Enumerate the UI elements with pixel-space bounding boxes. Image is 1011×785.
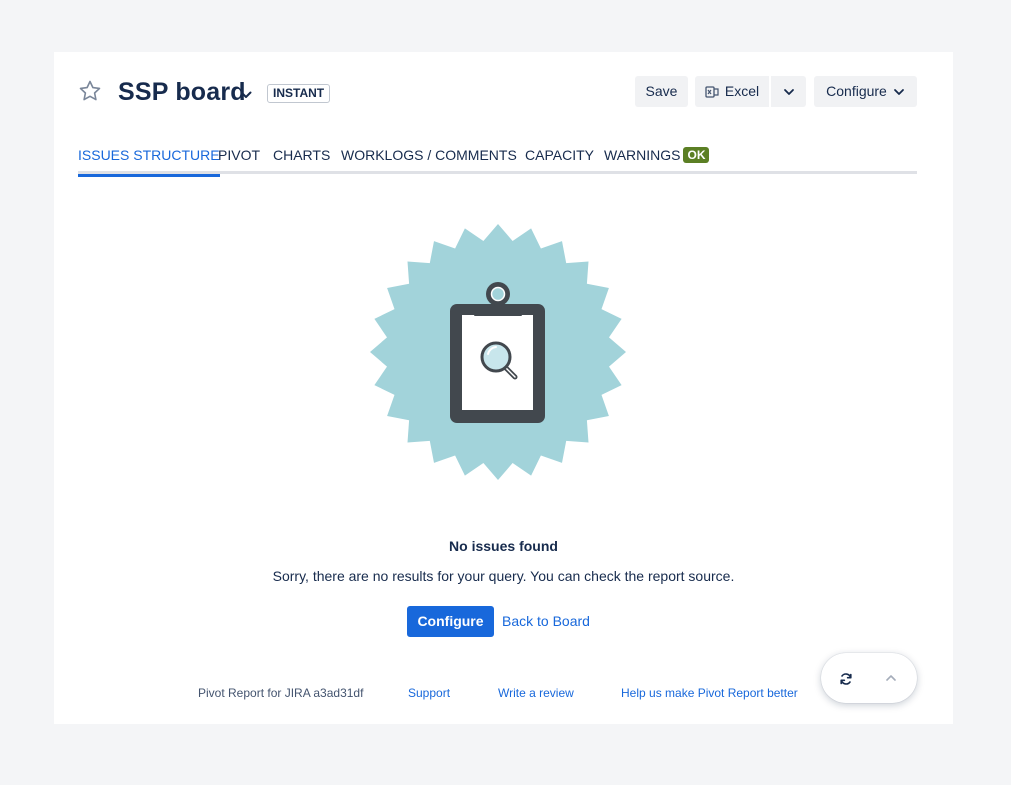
tab-bar: ISSUES STRUCTURE PIVOT CHARTS WORKLOGS /… [78,144,917,177]
configure-button-label: Configure [826,83,887,99]
footer-version: Pivot Report for JIRA a3ad31df [198,686,364,700]
tab-label: ISSUES STRUCTURE [78,147,220,163]
tab-pivot[interactable]: PIVOT [218,147,260,174]
tab-label: PIVOT [218,147,261,163]
instant-badge: INSTANT [267,84,331,103]
save-button[interactable]: Save [635,76,688,107]
tab-label: CAPACITY [525,147,594,163]
empty-state-description: Sorry, there are no results for your que… [272,568,735,584]
floating-toolbar [821,653,917,703]
chevron-up-icon[interactable] [885,672,897,684]
refresh-icon[interactable] [839,672,853,686]
report-panel: SSP board INSTANT Save Excel Configure I… [54,52,953,724]
back-to-board-link[interactable]: Back to Board [502,606,590,637]
excel-icon [705,85,719,98]
chevron-down-icon [783,88,794,95]
configure-dropdown-button[interactable]: Configure [814,76,917,107]
tab-warnings[interactable]: WARNINGS OK [604,147,710,174]
configure-button[interactable]: Configure [407,606,494,637]
feedback-link[interactable]: Help us make Pivot Report better [621,686,798,700]
tab-capacity[interactable]: CAPACITY [525,147,594,174]
star-icon[interactable] [78,79,102,103]
excel-dropdown-button[interactable] [771,76,806,107]
chevron-down-icon [893,88,904,95]
tab-worklogs-comments[interactable]: WORKLOGS / COMMENTS [341,147,517,174]
empty-state-illustration [370,224,626,480]
page-title: SSP board [118,78,246,106]
save-button-label: Save [645,83,678,99]
empty-state-title: No issues found [449,538,558,554]
excel-button-label: Excel [724,83,760,99]
tab-label: CHARTS [273,147,331,163]
tab-label: WORKLOGS / COMMENTS [341,147,517,163]
tab-charts[interactable]: CHARTS [273,147,330,174]
support-link[interactable]: Support [408,686,450,700]
tab-label: WARNINGS [604,147,681,163]
status-badge: OK [683,147,710,163]
excel-button[interactable]: Excel [695,76,769,107]
chevron-down-icon[interactable] [239,88,253,102]
tab-issues-structure[interactable]: ISSUES STRUCTURE [78,147,220,177]
write-review-link[interactable]: Write a review [498,686,574,700]
